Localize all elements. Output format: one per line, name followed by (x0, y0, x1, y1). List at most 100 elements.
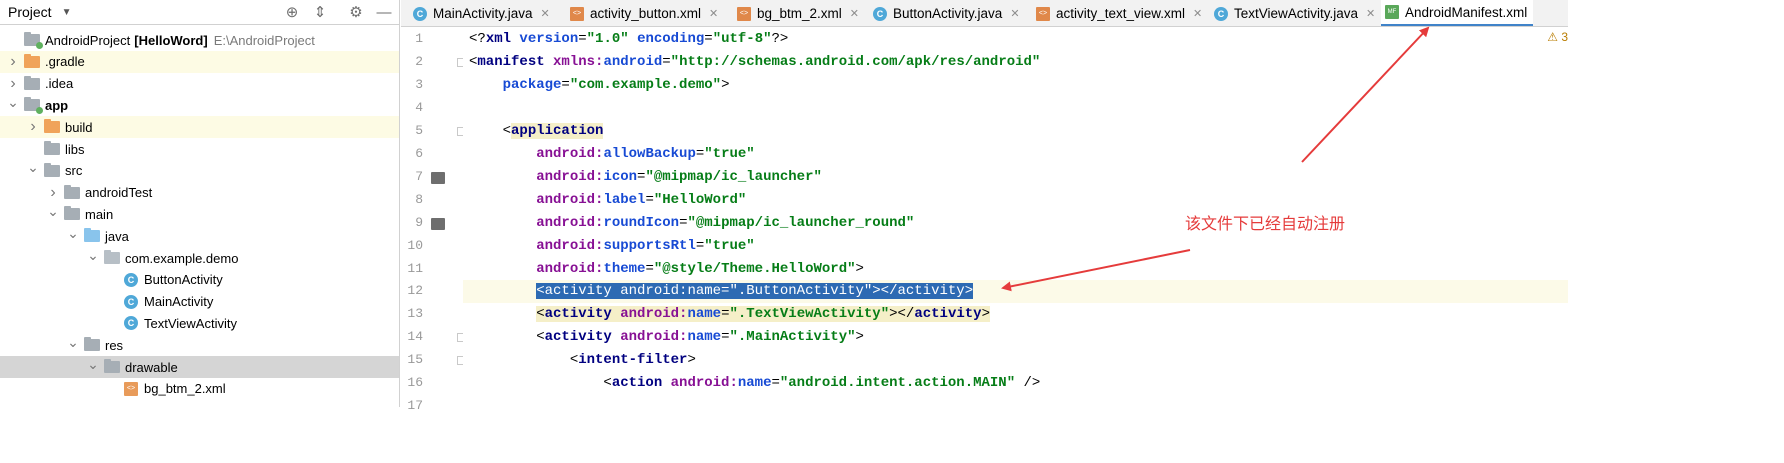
code-line[interactable]: android:supportsRtl="true" (463, 235, 1568, 258)
tree-item-gradle[interactable]: › .gradle (0, 50, 399, 73)
image-icon[interactable] (431, 171, 445, 184)
chevron-down-icon[interactable]: ⌄ (86, 356, 100, 372)
code-line[interactable] (463, 97, 1568, 120)
tab-buttonactivity-java[interactable]: C ButtonActivity.java ✕ (869, 0, 1026, 26)
code-line[interactable]: android:label="HelloWord" (463, 189, 1568, 212)
close-icon[interactable]: ✕ (850, 7, 859, 20)
close-icon[interactable]: ✕ (1366, 7, 1375, 20)
tab-bg-btm-2-xml[interactable]: <> bg_btm_2.xml ✕ (733, 0, 865, 26)
code-token: = (662, 53, 671, 70)
chevron-right-icon[interactable]: › (46, 184, 60, 201)
folder-grey-icon (44, 141, 60, 155)
code-line[interactable] (463, 395, 1568, 407)
code-line[interactable]: android:allowBackup="true" (463, 143, 1568, 166)
tree-item-label: src (65, 163, 83, 179)
chevron-down-icon[interactable]: ▼ (62, 7, 72, 18)
tab-activity-button-xml[interactable]: <> activity_button.xml ✕ (566, 0, 724, 26)
tab-label: activity_text_view.xml (1056, 6, 1186, 21)
chevron-right-icon[interactable]: › (6, 53, 20, 70)
code-token: "true" (704, 237, 755, 254)
chevron-down-icon[interactable]: ⌄ (66, 225, 80, 241)
code-line[interactable]: package="com.example.demo"> (463, 74, 1568, 97)
close-icon[interactable]: ✕ (1010, 7, 1019, 20)
java-class-icon: C (873, 6, 887, 21)
code-editor[interactable]: <?xml version="1.0" encoding="utf-8"?> <m… (463, 28, 1568, 407)
tree-item-com-example-demo[interactable]: ⌄ com.example.demo (0, 247, 399, 269)
tree-item-app[interactable]: ⌄ app (0, 94, 399, 116)
close-icon[interactable]: ✕ (541, 7, 550, 20)
code-token: name (737, 375, 772, 392)
matched-tag-token: name (687, 306, 722, 323)
chevron-down-icon[interactable]: ⌄ (66, 334, 80, 350)
warning-indicator[interactable]: ⚠ 3 (1547, 30, 1568, 44)
tree-item-main[interactable]: ⌄ main (0, 203, 399, 225)
tree-item-bg-btm-2-xml[interactable]: <> bg_btm_2.xml (0, 378, 399, 400)
code-line[interactable]: android:roundIcon="@mipmap/ic_launcher_r… (463, 212, 1568, 235)
gear-icon[interactable]: ⚙ (346, 3, 366, 21)
tab-activity-text-view-xml[interactable]: <> activity_text_view.xml ✕ (1032, 0, 1208, 26)
code-line[interactable]: <activity android:name=".TextViewActivit… (463, 303, 1568, 326)
tree-item-build[interactable]: › build (0, 116, 399, 139)
code-token: xmlns: (553, 53, 604, 70)
code-token: = (695, 237, 705, 254)
chevron-right-icon[interactable]: › (26, 118, 40, 135)
code-token: allowBackup (603, 145, 696, 162)
matched-tag-token: ".TextViewActivity" (729, 306, 890, 323)
tree-item-androidtest[interactable]: › androidTest (0, 182, 399, 204)
code-line[interactable]: <?xml version="1.0" encoding="utf-8"?> (463, 28, 1568, 51)
tree-item-label: build (65, 119, 93, 135)
folder-grey-icon (44, 162, 60, 177)
image-icon[interactable] (431, 217, 445, 230)
folder-orange-icon (44, 119, 60, 134)
tree-item-androidproject[interactable]: AndroidProject [HelloWord] E:\AndroidProje… (0, 29, 399, 51)
tree-item-libs[interactable]: libs (0, 138, 399, 160)
line-number: 13 (407, 306, 423, 322)
chevron-down-icon[interactable]: ⌄ (86, 247, 100, 263)
code-line[interactable]: <activity android:name=".ButtonActivity"… (463, 280, 1568, 304)
xml-file-icon: <> (1036, 6, 1050, 21)
code-token: android: (670, 375, 738, 392)
chevron-down-icon[interactable]: ⌄ (6, 94, 20, 110)
code-line[interactable]: <intent-filter> (463, 349, 1568, 372)
tree-item-label: res (105, 337, 124, 353)
code-line[interactable]: android:theme="@style/Theme.HelloWord"> (463, 258, 1568, 281)
tab-mainactivity-java[interactable]: C MainActivity.java ✕ (409, 0, 556, 26)
code-token: action (611, 375, 671, 392)
xml-file-icon: <> (570, 6, 584, 21)
locate-icon[interactable]: ⊕ (282, 3, 302, 21)
chevron-down-icon[interactable]: ⌄ (26, 159, 40, 175)
tree-item-java[interactable]: ⌄ java (0, 225, 399, 247)
code-token: "http://schemas.android.com/apk/res/andr… (670, 53, 1041, 70)
code-token: theme (603, 260, 646, 277)
code-line[interactable]: <application (463, 120, 1568, 143)
tree-item-drawable[interactable]: ⌄ drawable (0, 356, 399, 378)
tab-label: ButtonActivity.java (893, 6, 1003, 21)
tab-textviewactivity-java[interactable]: C TextViewActivity.java ✕ (1210, 0, 1381, 26)
tree-item-src[interactable]: ⌄ src (0, 159, 399, 182)
code-token: application (511, 122, 604, 139)
tree-item-idea[interactable]: › .idea (0, 73, 399, 95)
close-icon[interactable]: ✕ (709, 7, 718, 20)
close-icon[interactable]: ✕ (1193, 7, 1202, 20)
tree-item-buttonactivity[interactable]: C ButtonActivity (0, 269, 399, 291)
code-line[interactable]: <manifest xmlns:android="http://schemas.… (463, 51, 1568, 74)
code-line[interactable]: <activity android:name=".MainActivity"> (463, 326, 1568, 349)
tree-item-label: .idea (45, 76, 74, 92)
tree-item-mainactivity[interactable]: C MainActivity (0, 291, 399, 313)
tab-androidmanifest-xml[interactable]: MF AndroidManifest.xml (1381, 0, 1534, 26)
line-number: 1 (415, 31, 423, 46)
tree-item-textviewactivity[interactable]: C TextViewActivity (0, 312, 399, 334)
hide-panel-icon[interactable]: — (374, 3, 394, 21)
chevron-down-icon[interactable]: ⌄ (46, 203, 60, 219)
code-line[interactable]: <action android:name="android.intent.act… (463, 372, 1568, 395)
collapse-all-icon[interactable]: ⇕ (310, 3, 330, 21)
tree-item-res[interactable]: ⌄ res (0, 334, 399, 356)
project-view-selector[interactable]: Project (8, 4, 52, 20)
chevron-right-icon[interactable]: › (6, 75, 20, 92)
code-token: android: (536, 260, 604, 277)
code-line[interactable]: android:icon="@mipmap/ic_launcher" (463, 166, 1568, 189)
